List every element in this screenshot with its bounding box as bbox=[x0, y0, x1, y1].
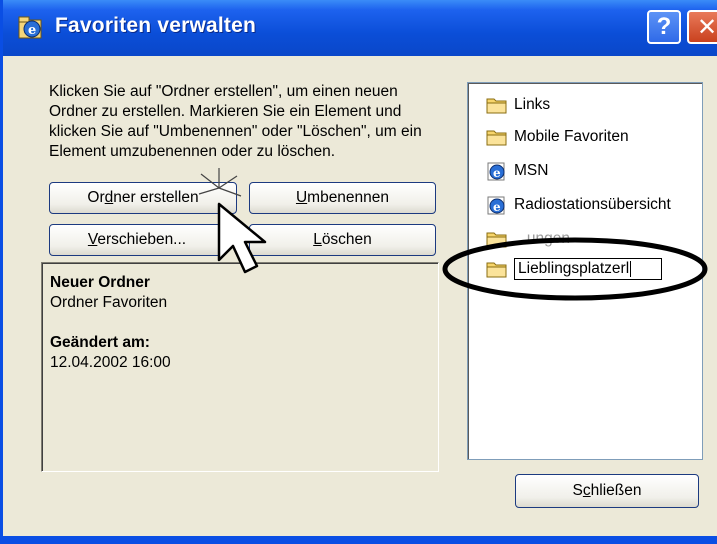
move-label: Verschieben... bbox=[87, 231, 187, 248]
close-window-button[interactable]: ✕ bbox=[687, 10, 717, 44]
mouse-pointer-icon bbox=[198, 168, 267, 274]
tree-item-label: MSN bbox=[514, 162, 549, 179]
svg-text:e: e bbox=[493, 200, 501, 214]
help-icon: ? bbox=[656, 13, 672, 40]
tree-item-msn[interactable]: e MSN bbox=[486, 159, 548, 183]
svg-text:e: e bbox=[493, 166, 501, 180]
window-border-bottom bbox=[3, 536, 717, 544]
rename-label: Umbenennen bbox=[295, 189, 390, 206]
close-button-label: Schließen bbox=[572, 482, 642, 499]
tree-item-mobile-favoriten[interactable]: Mobile Favoriten bbox=[486, 125, 629, 149]
ie-icon: e bbox=[487, 162, 505, 181]
tree-item-radiostationen[interactable]: e Radiostationsübersicht bbox=[486, 193, 671, 217]
details-modified-value: 12.04.2002 16:00 bbox=[50, 354, 171, 371]
instructions-text: Klicken Sie auf "Ordner erstellen", um e… bbox=[49, 83, 422, 160]
favorites-dialog: e Favoriten verwalten ? ✕ Klicken Sie au… bbox=[0, 0, 717, 544]
details-type: Ordner Favoriten bbox=[50, 294, 168, 311]
favorites-window-icon: e bbox=[18, 16, 42, 39]
help-button[interactable]: ? bbox=[647, 10, 681, 44]
title-bar[interactable]: e Favoriten verwalten ? ✕ bbox=[3, 0, 717, 56]
tree-item-links[interactable]: Links bbox=[486, 93, 550, 117]
folder-icon bbox=[486, 130, 507, 146]
details-panel: Neuer Ordner Ordner Favoriten Geändert a… bbox=[41, 262, 439, 472]
details-modified-label: Geändert am: bbox=[50, 334, 150, 351]
tree-item-label: Mobile Favoriten bbox=[514, 128, 629, 145]
highlight-oval bbox=[442, 237, 708, 301]
details-name: Neuer Ordner bbox=[50, 274, 150, 291]
ie-icon: e bbox=[487, 196, 505, 215]
svg-text:e: e bbox=[28, 23, 36, 38]
tree-item-label: Radiostationsübersicht bbox=[514, 196, 671, 213]
new-folder-label: Ordner erstellen bbox=[87, 189, 199, 206]
folder-icon bbox=[486, 98, 507, 114]
tree-item-label: Links bbox=[514, 96, 551, 113]
delete-label: Löschen bbox=[313, 231, 372, 248]
window-title: Favoriten verwalten bbox=[55, 14, 257, 37]
close-icon: ✕ bbox=[696, 13, 717, 41]
close-button[interactable]: Schließen bbox=[515, 474, 699, 508]
